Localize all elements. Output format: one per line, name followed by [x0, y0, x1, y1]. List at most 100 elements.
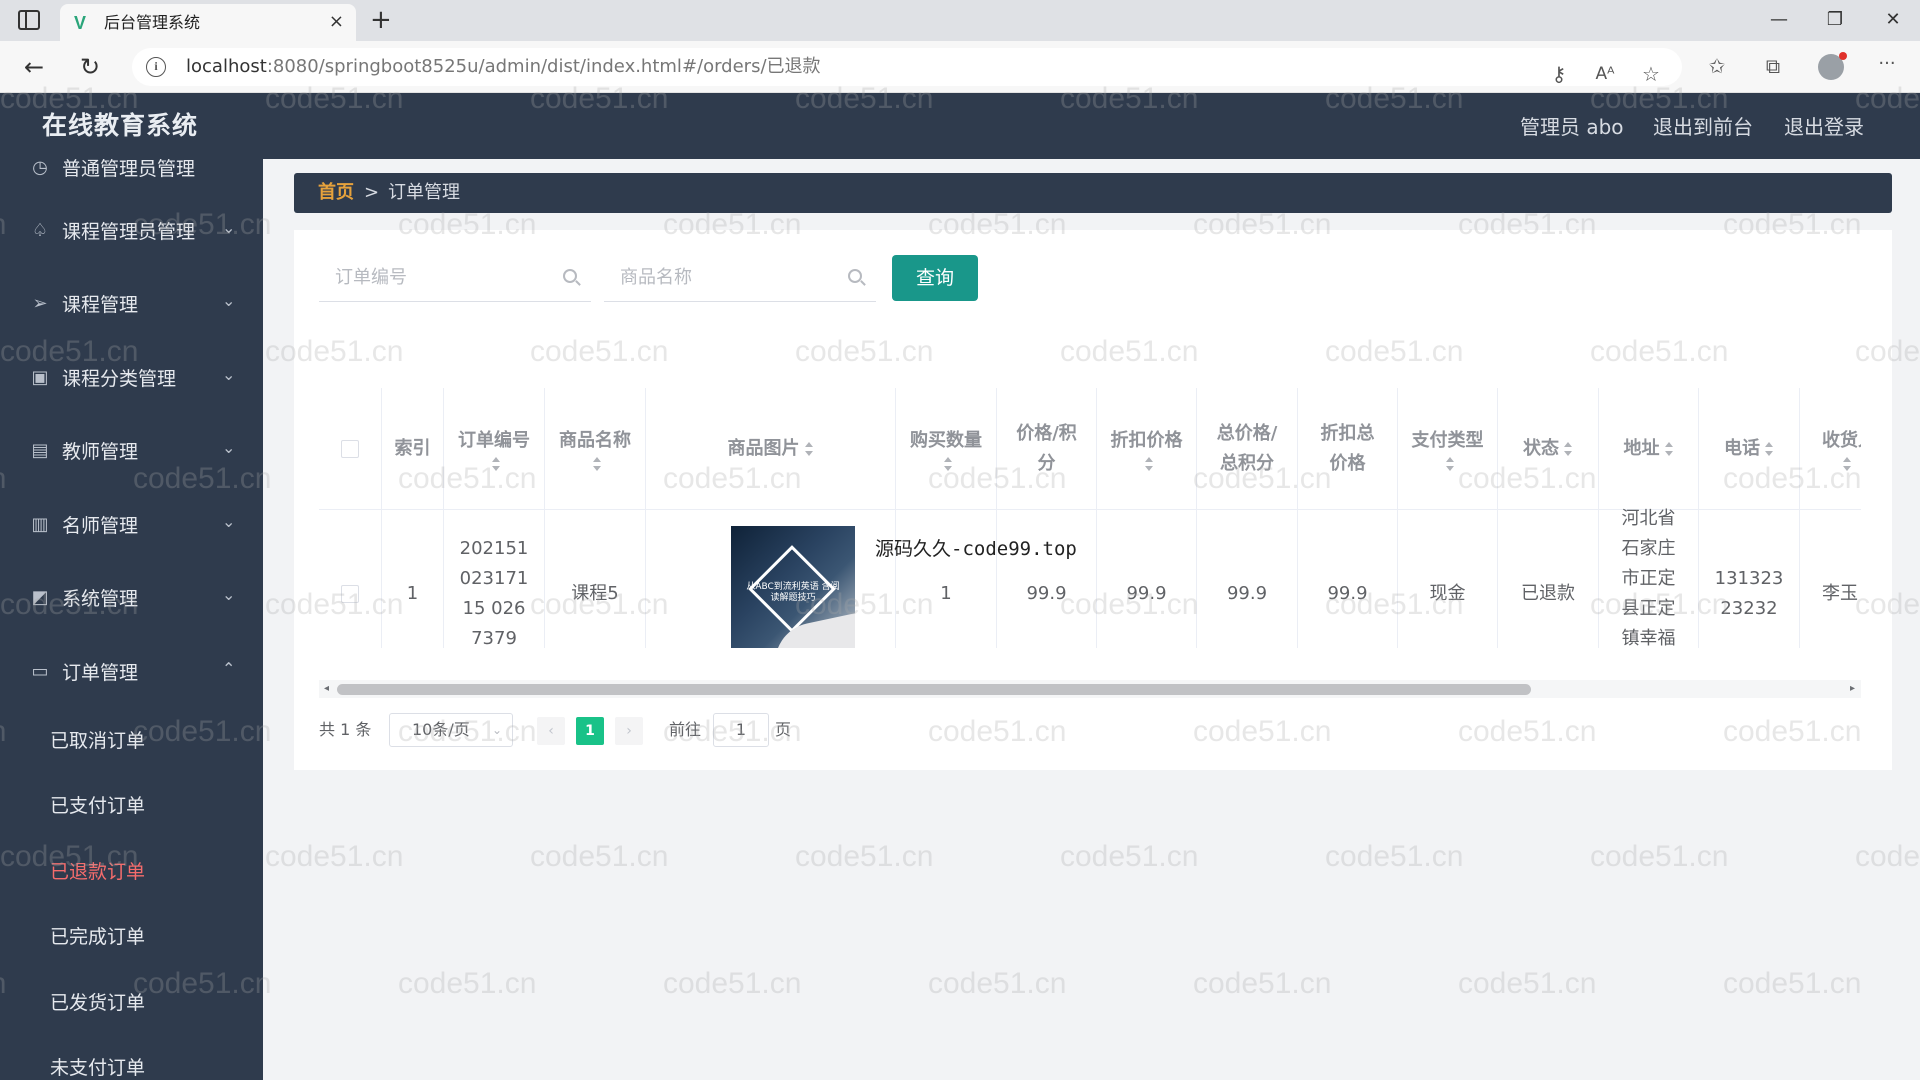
page-1-button[interactable]: 1 [576, 717, 604, 745]
watermark-text: code51.cn [1458, 967, 1597, 1000]
cell-order-no: 20215102317115 0267379 [444, 510, 545, 648]
product-name-search [604, 254, 876, 302]
bar-chart-icon: ▥ [31, 514, 49, 535]
browser-tab[interactable]: V 后台管理系统 × [60, 4, 356, 41]
header-receiver[interactable]: 收货人 [1800, 388, 1861, 510]
header-index: 索引 [382, 388, 444, 510]
sidebar-item-teacher[interactable]: ▤ 教师管理 ⌄ [0, 422, 263, 482]
sidebar-sub-paid[interactable]: 已支付订单 [0, 778, 263, 834]
chevron-down-icon: ⌄ [222, 218, 236, 237]
key-icon[interactable]: ⚷ [1544, 62, 1574, 86]
scrollbar-thumb[interactable] [337, 684, 1531, 695]
sort-icon[interactable] [1664, 441, 1674, 457]
header-total[interactable]: 总价格/总积分 [1197, 388, 1298, 510]
sort-icon[interactable] [1842, 456, 1852, 472]
page-size-value: 10条/页 [412, 720, 470, 739]
sidebar-sub-label: 未支付订单 [50, 1057, 146, 1079]
header-label: 商品图片 [727, 437, 800, 459]
prev-page-button[interactable]: ‹ [537, 717, 565, 745]
sidebar-item-course-admin[interactable]: ♤ 课程管理员管理 ⌄ [0, 202, 263, 262]
sort-icon[interactable] [804, 441, 814, 457]
sidebar-item-course[interactable]: ➢ 课程管理 ⌄ [0, 275, 263, 335]
header-phone[interactable]: 电话 [1699, 388, 1800, 510]
more-icon[interactable]: ··· [1872, 52, 1902, 76]
header-product-name[interactable]: 商品名称 [545, 388, 646, 510]
query-button[interactable]: 查询 [892, 255, 978, 301]
url-field[interactable]: i localhost:8080/springboot8525u/admin/d… [132, 48, 1682, 86]
header-order-no[interactable]: 订单编号 [444, 388, 545, 510]
chevron-down-icon: ⌄ [222, 585, 236, 604]
header-discount-total[interactable]: 折扣总价格 [1298, 388, 1398, 510]
header-address[interactable]: 地址 [1599, 388, 1699, 510]
logout-link[interactable]: 退出登录 [1784, 114, 1864, 140]
page-size-select[interactable]: 10条/页 ⌄ [389, 713, 513, 747]
sidebar-sub-unpaid[interactable]: 未支付订单 [0, 1040, 263, 1080]
breadcrumb-home[interactable]: 首页 [318, 182, 354, 204]
overlay-watermark-text: 源码久久-code99.top [875, 538, 1077, 560]
select-all-checkbox[interactable] [341, 439, 359, 458]
app-logo: 在线教育系统 [42, 111, 199, 140]
goto-page-input[interactable]: 1 [713, 713, 769, 747]
header-discount-price[interactable]: 折扣价格 [1097, 388, 1197, 510]
goto-unit: 页 [775, 720, 792, 739]
header-status[interactable]: 状态 [1498, 388, 1599, 510]
site-info-icon[interactable]: i [146, 57, 166, 77]
next-page-button[interactable]: › [615, 717, 643, 745]
breadcrumb-separator: > [364, 182, 380, 203]
tab-title: 后台管理系统 [104, 13, 201, 32]
sort-icon[interactable] [1144, 456, 1154, 472]
new-tab-icon[interactable]: + [370, 6, 392, 34]
window-close-icon[interactable]: ✕ [1878, 8, 1908, 32]
sidebar-sub-refunded[interactable]: 已退款订单 [0, 844, 263, 900]
sidebar-item-label: 普通管理员管理 [62, 159, 196, 180]
scroll-right-icon[interactable]: ▸ [1850, 682, 1855, 696]
reload-icon[interactable]: ↻ [76, 53, 104, 81]
table-horizontal-scrollbar[interactable]: ◂ ▸ [319, 680, 1861, 698]
url-text[interactable]: localhost:8080/springboot8525u/admin/dis… [186, 57, 821, 77]
favorites-icon[interactable]: ✩ [1702, 54, 1732, 78]
back-icon[interactable]: ← [20, 53, 48, 81]
cell-qty: 1 [896, 510, 997, 648]
row-checkbox[interactable] [341, 584, 359, 603]
watermark-text: code51.cn [1723, 967, 1862, 1000]
restore-icon[interactable]: ❐ [1820, 8, 1850, 32]
sort-icon[interactable] [491, 456, 501, 472]
minimize-icon[interactable]: — [1764, 8, 1794, 32]
cell-pay-type: 现金 [1398, 510, 1498, 648]
sidebar-item-orders[interactable]: ▭ 订单管理 ⌃ [0, 643, 263, 703]
sidebar-sub-completed[interactable]: 已完成订单 [0, 909, 263, 965]
read-aloud-icon[interactable]: Aᴬ [1590, 62, 1620, 86]
orders-card: 查询 索引 订单编号 商品名称 商品图片 购买数量 价格/积分 折扣价格 总价格… [294, 230, 1892, 770]
sort-icon[interactable] [592, 456, 602, 472]
chevron-down-icon: ⌄ [222, 512, 236, 531]
favorite-star-icon[interactable]: ☆ [1636, 62, 1666, 86]
sidebar-sub-label: 已退款订单 [50, 861, 146, 883]
sort-icon[interactable] [943, 456, 953, 472]
product-image[interactable]: 从ABC到流利英语 含阅读解题技巧 [731, 526, 855, 648]
watermark-text: code51.cn [1325, 840, 1464, 873]
product-name-input[interactable] [604, 254, 834, 300]
sidebar-item-category[interactable]: ▣ 课程分类管理 ⌄ [0, 349, 263, 409]
sort-icon[interactable] [1563, 441, 1573, 457]
order-no-input[interactable] [319, 254, 549, 300]
profile-avatar[interactable] [1818, 52, 1847, 80]
sidebar-sub-cancelled[interactable]: 已取消订单 [0, 713, 263, 769]
sidebar-sub-shipped[interactable]: 已发货订单 [0, 975, 263, 1031]
tab-close-icon[interactable]: × [329, 11, 344, 33]
sort-icon[interactable] [1764, 441, 1774, 457]
sidebar-toggle-icon[interactable] [18, 10, 40, 30]
trend-icon: ◩ [31, 587, 49, 608]
header-label: 商品名称 [559, 429, 631, 451]
header-pay-type[interactable]: 支付类型 [1398, 388, 1498, 510]
exit-front-link[interactable]: 退出到前台 [1653, 114, 1753, 140]
sidebar-item-system[interactable]: ◩ 系统管理 ⌄ [0, 569, 263, 629]
header-qty[interactable]: 购买数量 [896, 388, 997, 510]
sidebar-item-famous-teacher[interactable]: ▥ 名师管理 ⌄ [0, 496, 263, 556]
search-icon [848, 269, 862, 283]
header-price[interactable]: 价格/积分 [997, 388, 1097, 510]
header-product-img[interactable]: 商品图片 [646, 388, 896, 510]
sidebar-item-admin[interactable]: ◷ 普通管理员管理 [0, 159, 263, 199]
sort-icon[interactable] [1445, 456, 1455, 472]
collections-icon[interactable]: ⧉ [1758, 54, 1788, 78]
scroll-left-icon[interactable]: ◂ [324, 682, 329, 696]
